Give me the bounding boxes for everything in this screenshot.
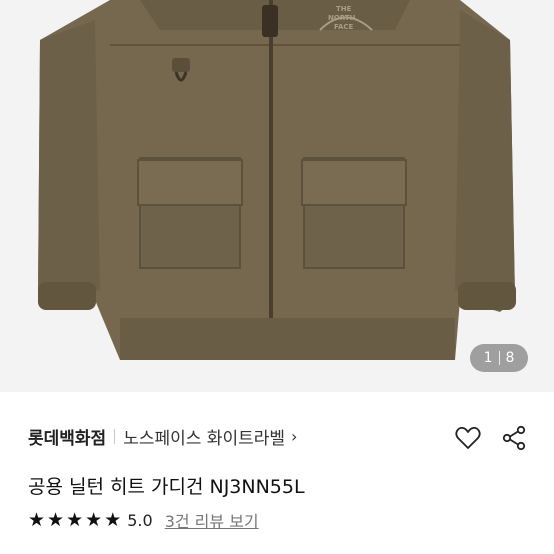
rating-score: 5.0 [127, 510, 153, 530]
like-button[interactable] [454, 424, 482, 452]
product-image-carousel[interactable]: THE NORTH FACE 1 8 [0, 0, 554, 392]
star-icon: ★ [66, 508, 84, 531]
heart-icon [455, 427, 481, 449]
image-counter-current: 1 [483, 350, 493, 366]
store-divider [114, 429, 116, 444]
review-link[interactable]: 3건 리뷰 보기 [165, 508, 259, 532]
brand-name: 노스페이스 화이트라벨 [123, 429, 286, 449]
svg-text:NORTH: NORTH [328, 14, 356, 22]
store-name: 롯데백화점 [28, 429, 107, 449]
chevron-right-icon: › [291, 427, 298, 446]
image-counter: 1 8 [470, 344, 528, 372]
share-icon [502, 425, 526, 451]
rating-row: ★ ★ ★ ★ ★ 5.0 3건 리뷰 보기 [28, 508, 259, 532]
image-counter-total: 8 [505, 350, 515, 366]
star-icon: ★ [47, 508, 65, 531]
store-link[interactable]: 롯데백화점 노스페이스 화이트라벨 › [28, 424, 297, 449]
svg-text:THE: THE [336, 5, 352, 13]
jacket-image: THE NORTH FACE [38, 0, 516, 360]
star-icon: ★ [28, 508, 46, 531]
star-icon: ★ [85, 508, 103, 531]
product-title: 공용 닐턴 히트 가디건 NJ3NN55L [28, 476, 305, 498]
rating-stars: ★ ★ ★ ★ ★ [28, 508, 122, 531]
star-icon: ★ [104, 508, 122, 531]
share-button[interactable] [500, 424, 528, 452]
svg-text:FACE: FACE [334, 23, 354, 31]
image-counter-divider [498, 351, 500, 365]
